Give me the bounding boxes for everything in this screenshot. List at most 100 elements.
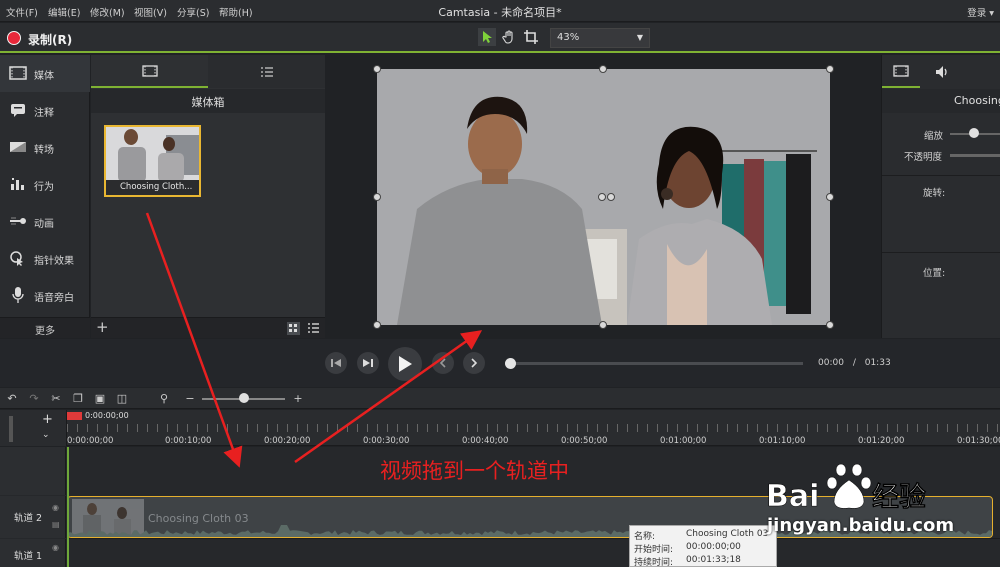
chevron-down-icon[interactable]: ⌄ (42, 430, 50, 440)
sidebar-item-voice-narration[interactable]: 语音旁白 (0, 277, 90, 314)
paste-icon[interactable]: ▣ (93, 391, 107, 405)
transition-icon (10, 142, 26, 152)
tick-label: 0:01:00;00 (660, 436, 707, 446)
timeline-ruler[interactable]: 0:00:00;00 0:00:00;00 0:00:10;00 0:00:20… (67, 410, 1000, 446)
play-button[interactable] (388, 347, 422, 381)
lock-icon[interactable]: ▤ (52, 520, 60, 529)
annotation-icon (11, 104, 25, 117)
menu-share[interactable]: 分享(S) (177, 5, 209, 19)
next-frame-button[interactable] (357, 352, 379, 374)
media-bin-title: 媒体箱 (91, 89, 325, 113)
playhead-handle[interactable] (67, 412, 82, 420)
zoom-in-icon[interactable]: + (291, 391, 305, 405)
sidebar-item-label: 动画 (34, 219, 54, 230)
sidebar-item-cursor-effects[interactable]: 指针效果 (0, 240, 90, 277)
tab-visual-properties[interactable] (882, 55, 920, 88)
redo-icon[interactable]: ↷ (27, 391, 41, 405)
sidebar-item-label: 语音旁白 (34, 293, 74, 304)
sidebar-item-label: 注释 (34, 108, 54, 119)
login-button[interactable]: 登录 ▾ (967, 5, 994, 19)
track-header-1[interactable]: 轨道 1 ◉ (0, 539, 66, 567)
sidebar-item-transitions[interactable]: 转场 (0, 129, 90, 166)
sidebar-item-animations[interactable]: 动画 (0, 203, 90, 240)
timeline-zoom-knob[interactable] (239, 393, 249, 403)
tick-label: 0:01:30;00 (957, 436, 1000, 446)
zoom-select[interactable]: 43% ▼ (550, 28, 650, 48)
previous-marker-button[interactable] (432, 352, 454, 374)
menu-help[interactable]: 帮助(H) (219, 5, 253, 19)
step-back-icon (331, 359, 341, 367)
sidebar-item-label: 行为 (34, 182, 54, 193)
svg-text:经验: 经验 (872, 481, 926, 513)
sidebar-item-media[interactable]: 媒体 (0, 55, 90, 92)
resize-handle-top-right[interactable] (826, 65, 834, 73)
annotation-text: 视频拖到一个轨道中 (380, 459, 569, 483)
tab-media-bin[interactable] (91, 55, 208, 88)
tick-label: 0:01:10;00 (759, 436, 806, 446)
copy-icon[interactable]: ❐ (71, 391, 85, 405)
split-icon[interactable]: ◫ (115, 391, 129, 405)
list-view-icon[interactable] (307, 322, 320, 335)
track-height-slider[interactable] (9, 416, 13, 442)
properties-title: Choosing (882, 89, 1000, 113)
menu-view[interactable]: 视图(V) (134, 5, 167, 19)
add-track-icon[interactable]: + (42, 412, 53, 427)
previous-frame-button[interactable] (325, 352, 347, 374)
behavior-icon (11, 178, 24, 190)
sidebar-item-label: 媒体 (34, 71, 54, 82)
menu-bar: 文件(F) 编辑(E) 修改(M) 视图(V) 分享(S) 帮助(H) Camt… (0, 0, 1000, 22)
media-bin-tabs (91, 55, 325, 88)
tab-library[interactable] (208, 55, 325, 88)
resize-handle-top[interactable] (599, 65, 607, 73)
tab-audio-properties[interactable] (924, 55, 962, 88)
sidebar-item-label: 转场 (34, 145, 54, 156)
scale-slider-knob[interactable] (969, 128, 979, 138)
add-media-icon[interactable]: + (96, 318, 109, 336)
tick-label: 0:00:20;00 (264, 436, 311, 446)
track-header-2[interactable]: 轨道 2 ◉ ▤ (0, 496, 66, 538)
pointer-icon[interactable] (478, 28, 496, 46)
tooltip-name-label: 名称: (634, 532, 656, 542)
zoom-out-icon[interactable]: − (183, 391, 197, 405)
resize-handle-left[interactable] (373, 193, 381, 201)
more-button[interactable]: 更多 (0, 317, 90, 338)
crop-icon[interactable] (522, 28, 540, 46)
resize-handle-bottom-right[interactable] (826, 321, 834, 329)
resize-handle-bottom-left[interactable] (373, 321, 381, 329)
grid-view-icon[interactable] (287, 322, 300, 335)
menu-file[interactable]: 文件(F) (6, 5, 38, 19)
sidebar-item-annotations[interactable]: 注释 (0, 92, 90, 129)
next-marker-button[interactable] (463, 352, 485, 374)
playback-scrubber[interactable] (505, 362, 803, 365)
rotate-handle[interactable] (598, 193, 606, 201)
record-icon[interactable] (7, 31, 21, 45)
scrubber-knob[interactable] (505, 358, 516, 369)
main-toolbar: 录制(R) 43% ▼ (0, 23, 1000, 53)
player-controls: 00:00 / 01:33 (0, 339, 1000, 387)
opacity-slider[interactable] (950, 154, 1000, 157)
resize-handle-right[interactable] (826, 193, 834, 201)
menu-modify[interactable]: 修改(M) (90, 5, 125, 19)
list-icon (260, 66, 273, 77)
hand-icon[interactable] (500, 28, 518, 46)
eye-icon[interactable]: ◉ (52, 543, 59, 552)
playhead-time: 0:00:00;00 (85, 411, 129, 420)
timeline-toolbar: ↶ ↷ ✂ ❐ ▣ ◫ ⚲ − + (0, 388, 1000, 409)
undo-icon[interactable]: ↶ (5, 391, 19, 405)
resize-handle-bottom[interactable] (599, 321, 607, 329)
eye-icon[interactable]: ◉ (52, 503, 59, 512)
chevron-down-icon: ▼ (636, 33, 643, 42)
opacity-label: 不透明度 (904, 152, 943, 163)
resize-handle-top-left[interactable] (373, 65, 381, 73)
menu-edit[interactable]: 编辑(E) (48, 5, 80, 19)
tooltip-duration-value: 00:01:33;18 (686, 555, 741, 565)
media-clip-thumbnail[interactable]: Choosing Cloth... (104, 125, 201, 197)
cut-icon[interactable]: ✂ (49, 391, 63, 405)
sidebar-item-behaviors[interactable]: 行为 (0, 166, 90, 203)
tick-label: 0:00:40;00 (462, 436, 509, 446)
rotate-handle[interactable] (607, 193, 615, 201)
tick-label: 0:00:00;00 (67, 436, 114, 446)
record-button[interactable]: 录制(R) (28, 31, 72, 48)
more-label: 更多 (35, 326, 55, 337)
tick-label: 0:00:10;00 (165, 436, 212, 446)
